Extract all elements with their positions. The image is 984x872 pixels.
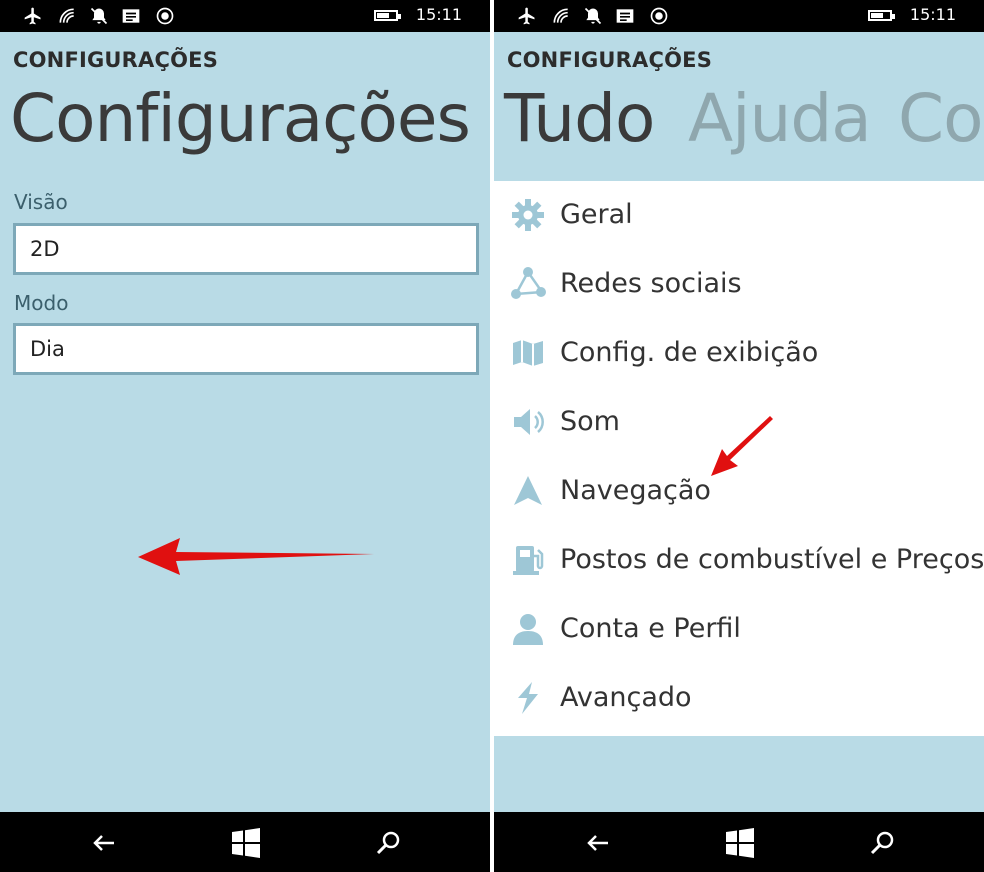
quiet-hours-icon bbox=[584, 7, 602, 25]
status-bar: 15:11 bbox=[0, 0, 490, 32]
menu-item-social-networks[interactable]: Redes sociais bbox=[494, 250, 984, 319]
menu-item-display-settings[interactable]: Config. de exibição bbox=[494, 319, 984, 388]
share-icon bbox=[511, 267, 546, 299]
battery-icon bbox=[374, 10, 401, 21]
tab-help[interactable]: Ajuda bbox=[688, 80, 872, 157]
left-phone-screen: 15:11 CONFIGURAÇÕES Configurações rá Vis… bbox=[0, 0, 490, 872]
gear-icon bbox=[512, 199, 544, 231]
tab-all[interactable]: Tudo bbox=[504, 80, 655, 157]
airplane-mode-icon bbox=[24, 7, 41, 25]
menu-item-account-profile[interactable]: Conta e Perfil bbox=[494, 595, 984, 664]
menu-item-label: Config. de exibição bbox=[560, 337, 819, 368]
message-icon bbox=[616, 9, 634, 23]
menu-item-label: Postos de combustível e Preços bbox=[560, 544, 984, 575]
navigation-bar bbox=[0, 812, 490, 872]
search-icon[interactable] bbox=[866, 827, 898, 859]
menu-item-fuel-stations[interactable]: Postos de combustível e Preços bbox=[494, 526, 984, 595]
menu-item-label: Redes sociais bbox=[560, 268, 742, 299]
menu-item-general[interactable]: Geral bbox=[494, 181, 984, 250]
location-icon bbox=[650, 7, 668, 25]
menu-item-label: Navegação bbox=[560, 475, 711, 506]
windows-start-icon[interactable] bbox=[230, 827, 262, 859]
lightning-icon bbox=[518, 682, 538, 714]
wifi-call-icon bbox=[59, 8, 74, 23]
speaker-icon bbox=[514, 409, 544, 435]
navigation-bar bbox=[494, 812, 984, 872]
fuel-pump-icon bbox=[513, 546, 544, 575]
navigation-arrow-icon bbox=[514, 476, 542, 505]
battery-icon bbox=[868, 10, 895, 21]
clock: 15:11 bbox=[415, 5, 462, 24]
menu-item-advanced[interactable]: Avançado bbox=[494, 664, 984, 733]
map-icon bbox=[513, 340, 543, 366]
vision-select[interactable]: 2D bbox=[13, 223, 479, 275]
menu-item-label: Som bbox=[560, 406, 620, 437]
windows-start-icon[interactable] bbox=[724, 827, 756, 859]
mode-label: Modo bbox=[14, 291, 69, 315]
person-icon bbox=[513, 614, 543, 645]
location-icon bbox=[156, 7, 174, 25]
navigation-annotation-arrow bbox=[711, 416, 773, 476]
app-title: CONFIGURAÇÕES bbox=[13, 48, 219, 72]
tab-partial[interactable]: Co bbox=[898, 80, 983, 157]
mode-select[interactable]: Dia bbox=[13, 323, 479, 375]
message-icon bbox=[122, 9, 140, 23]
back-icon[interactable] bbox=[88, 827, 120, 859]
menu-item-label: Geral bbox=[560, 199, 633, 230]
menu-item-label: Avançado bbox=[560, 682, 692, 713]
back-icon[interactable] bbox=[582, 827, 614, 859]
swipe-left-annotation-arrow bbox=[138, 538, 374, 575]
pivot-title[interactable]: Configurações rá bbox=[10, 80, 490, 157]
wifi-call-icon bbox=[553, 8, 568, 23]
menu-item-label: Conta e Perfil bbox=[560, 613, 741, 644]
clock: 15:11 bbox=[909, 5, 956, 24]
quiet-hours-icon bbox=[90, 7, 108, 25]
right-phone-screen: 15:11 CONFIGURAÇÕES Tudo Ajuda Co Geral … bbox=[494, 0, 984, 872]
airplane-mode-icon bbox=[518, 7, 535, 25]
status-bar: 15:11 bbox=[494, 0, 984, 32]
app-title: CONFIGURAÇÕES bbox=[507, 48, 713, 72]
search-icon[interactable] bbox=[372, 827, 404, 859]
vision-label: Visão bbox=[14, 190, 68, 214]
